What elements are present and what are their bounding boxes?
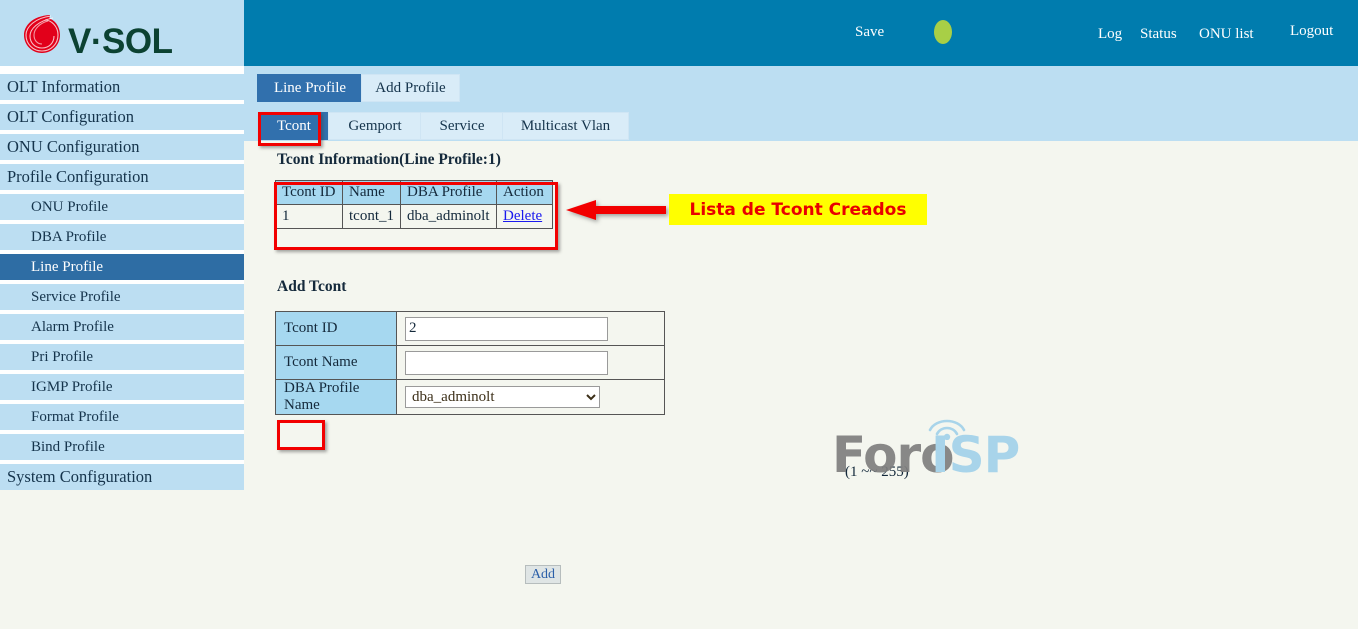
- tcont-id-input[interactable]: [405, 316, 608, 341]
- sidebar-top-spacer: [0, 66, 244, 74]
- sidebar-item-onu-profile[interactable]: ONU Profile: [0, 194, 244, 220]
- sidebar-item-line-profile[interactable]: Line Profile: [0, 254, 244, 280]
- top-header-bar: Save Log Status ONU list Logout: [244, 0, 1358, 66]
- add-button[interactable]: Add: [525, 565, 561, 584]
- tcont-information-table: Tcont ID Name DBA Profile Action 1 tcont…: [275, 180, 553, 229]
- column-header-dba-profile: DBA Profile: [400, 180, 497, 205]
- table-row: 1 tcont_1 dba_adminolt Delete: [275, 204, 553, 229]
- cell-action: Delete: [496, 204, 553, 229]
- sidebar-item-dba-profile[interactable]: DBA Profile: [0, 224, 244, 250]
- brand-logo-area: V·SOL: [0, 0, 244, 66]
- log-link[interactable]: Log: [1098, 26, 1122, 43]
- column-header-name: Name: [342, 180, 401, 205]
- tab-multicast-vlan[interactable]: Multicast Vlan: [502, 112, 629, 140]
- label-tcont-name: Tcont Name: [275, 345, 397, 380]
- sidebar-item-pri-profile[interactable]: Pri Profile: [0, 344, 244, 370]
- sidebar-item-igmp-profile[interactable]: IGMP Profile: [0, 374, 244, 400]
- field-tcont-id: [396, 311, 665, 346]
- tab-gemport[interactable]: Gemport: [328, 112, 422, 140]
- cell-name: tcont_1: [342, 204, 401, 229]
- left-arrow-icon: [566, 200, 666, 220]
- label-dba-profile-name: DBA Profile Name: [275, 379, 397, 415]
- cell-tcont-id: 1: [275, 204, 343, 229]
- dba-profile-select[interactable]: dba_adminolt: [405, 386, 600, 408]
- wifi-signal-icon: [928, 419, 966, 440]
- sidebar-item-olt-information[interactable]: OLT Information: [0, 74, 244, 100]
- sidebar-item-service-profile[interactable]: Service Profile: [0, 284, 244, 310]
- annotation-label: Lista de Tcont Creados: [689, 199, 907, 220]
- label-tcont-id: Tcont ID: [275, 311, 397, 346]
- tcont-information-title: Tcont Information(Line Profile:1): [277, 151, 501, 168]
- column-header-action: Action: [496, 180, 553, 205]
- sidebar-item-format-profile[interactable]: Format Profile: [0, 404, 244, 430]
- field-dba-profile-name: dba_adminolt: [396, 379, 665, 415]
- sidebar-item-olt-configuration[interactable]: OLT Configuration: [0, 104, 244, 130]
- watermark-text-isp: ISP: [931, 426, 1020, 484]
- vsol-swirl-logo-icon: [24, 15, 60, 53]
- delete-link[interactable]: Delete: [503, 208, 542, 224]
- tab-service[interactable]: Service: [420, 112, 504, 140]
- sidebar-nav: OLT Information OLT Configuration ONU Conf…: [0, 66, 244, 490]
- save-link[interactable]: Save: [855, 24, 884, 41]
- sidebar-item-bind-profile[interactable]: Bind Profile: [0, 434, 244, 460]
- tab-tcont[interactable]: Tcont: [258, 112, 330, 140]
- tab-add-profile[interactable]: Add Profile: [361, 74, 460, 102]
- field-tcont-name: [396, 345, 665, 380]
- add-tcont-title: Add Tcont: [277, 278, 347, 295]
- table-header-row: Tcont ID Name DBA Profile Action: [275, 180, 553, 205]
- tcont-information-table-wrap: Tcont ID Name DBA Profile Action 1 tcont…: [275, 180, 553, 229]
- logout-link[interactable]: Logout: [1290, 23, 1333, 40]
- tcont-id-range-hint: (1 ~~ 255): [845, 464, 909, 480]
- sidebar-item-alarm-profile[interactable]: Alarm Profile: [0, 314, 244, 340]
- brand-name: V·SOL: [68, 22, 173, 61]
- tab-strip: Line Profile Add Profile Tcont Gemport S…: [244, 66, 1358, 141]
- add-tcont-form-wrap: Tcont ID Tcont Name DBA Profile Name dba…: [275, 311, 665, 415]
- add-tcont-form-table: Tcont ID Tcont Name DBA Profile Name dba…: [275, 311, 665, 415]
- onu-list-link[interactable]: ONU list: [1199, 26, 1254, 43]
- status-link[interactable]: Status: [1140, 26, 1177, 43]
- column-header-tcont-id: Tcont ID: [275, 180, 343, 205]
- sidebar-item-system-configuration[interactable]: System Configuration: [0, 464, 244, 490]
- status-dot-icon: [934, 20, 952, 44]
- form-row-tcont-id: Tcont ID: [275, 311, 665, 346]
- annotation-callout-box: Lista de Tcont Creados: [669, 194, 927, 225]
- tab-line-profile[interactable]: Line Profile: [257, 74, 363, 102]
- sidebar-item-profile-configuration[interactable]: Profile Configuration: [0, 164, 244, 190]
- form-row-tcont-name: Tcont Name: [275, 345, 665, 380]
- form-row-dba-profile: DBA Profile Name dba_adminolt: [275, 379, 665, 415]
- cell-dba-profile: dba_adminolt: [400, 204, 497, 229]
- tcont-name-input[interactable]: [405, 350, 608, 375]
- sidebar-item-onu-configuration[interactable]: ONU Configuration: [0, 134, 244, 160]
